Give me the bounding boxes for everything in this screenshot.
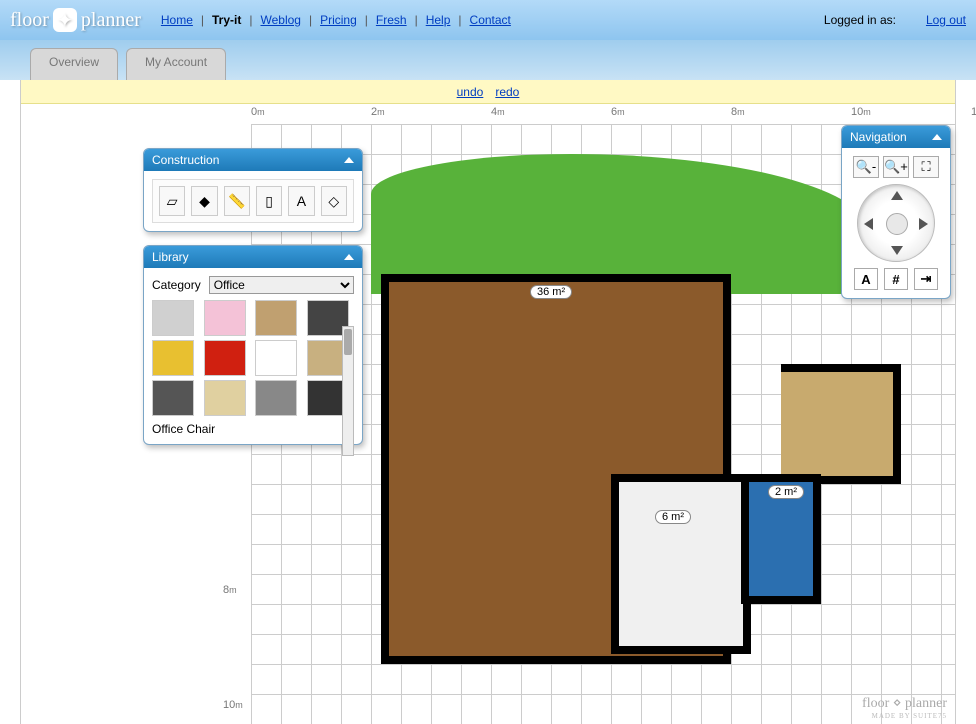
footer-brand: floor ⋄ planner MADE BY SUITE75 [862,695,947,720]
library-item-chair-red[interactable] [204,340,246,376]
draw-room-button[interactable]: ▱ [159,186,185,216]
zoom-row: 🔍- 🔍+ ⛶ [853,156,939,178]
pan-dpad [857,184,935,262]
top-nav: Home | Try-it | Weblog | Pricing | Fresh | Help | Co… [161,13,511,27]
ruler-h-tick: 4m [491,106,505,118]
library-item-lamp-stand[interactable] [255,380,297,416]
ruler-h-tick: 6m [611,106,625,118]
app-logo: floor ✦ planner [10,8,141,32]
header-bar: floor ✦ planner Home | Try-it | Weblog | Prici… [0,0,976,40]
footer-brand-text: floor ⋄ planner [862,695,947,712]
construction-panel: Construction ▱◆📏▯A◇ [143,148,363,232]
navigation-title-text: Navigation [850,130,907,144]
library-item-desk-mat[interactable] [255,300,297,336]
nav-link-weblog[interactable]: Weblog [260,13,300,27]
library-item-desk-small[interactable] [152,380,194,416]
nav-mode-button-2[interactable]: ⇥ [914,268,938,290]
ruler-horizontal: 0m2m4m6m8m10m12m [251,104,955,124]
login-status: Logged in as: [824,13,896,27]
tab-overview[interactable]: Overview [30,48,118,80]
area-label: 6 m² [655,510,691,524]
logout-link[interactable]: Log out [926,13,966,27]
pan-right-button[interactable] [919,218,928,230]
door-window-button[interactable]: ▯ [256,186,282,216]
zoom-out-button[interactable]: 🔍- [853,156,879,178]
nav-link-contact[interactable]: Contact [470,13,511,27]
collapse-icon[interactable] [344,157,354,163]
pan-center-button[interactable] [886,213,908,235]
area-label: 36 m² [530,285,572,299]
library-panel-title[interactable]: Library [144,246,362,268]
category-select[interactable]: Office [209,276,354,294]
nav-separator: | [458,13,461,27]
logo-text-2: planner [81,9,141,32]
house-outline [381,274,821,694]
pan-down-button[interactable] [891,246,903,255]
ruler-h-tick: 10m [851,106,871,118]
library-item-book-open[interactable] [204,380,246,416]
library-selected-label: Office Chair [152,422,354,436]
nav-separator: | [249,13,252,27]
construction-panel-title[interactable]: Construction [144,149,362,171]
tabs-bar: OverviewMy Account [0,40,976,80]
library-panel: Library Category Office Office Chair [143,245,363,445]
navigation-panel-title[interactable]: Navigation [842,126,950,148]
ruler-v-tick: 10m [223,699,243,711]
nav-separator: | [415,13,418,27]
nav-link-help[interactable]: Help [426,13,451,27]
floorplan-drawing[interactable] [381,154,851,684]
room-kitchen[interactable] [781,364,901,484]
nav-separator: | [365,13,368,27]
undo-link[interactable]: undo [457,85,484,99]
nav-separator: | [309,13,312,27]
zoom-fit-button[interactable]: ⛶ [913,156,939,178]
canvas-banner: undo redo [21,80,955,104]
ruler-h-tick: 2m [371,106,385,118]
draw-surface-button[interactable]: ◆ [191,186,217,216]
category-row: Category Office [152,276,354,294]
pan-up-button[interactable] [891,191,903,200]
nav-link-home[interactable]: Home [161,13,193,27]
ruler-v-tick: 8m [223,584,237,596]
navigation-panel: Navigation 🔍- 🔍+ ⛶ A # ⇥ [841,125,951,299]
ruler-h-tick: 12m [971,106,976,118]
library-item-desk-pad[interactable] [204,300,246,336]
nav-link-fresh[interactable]: Fresh [376,13,407,27]
construction-title-text: Construction [152,153,219,167]
nav-separator: | [201,13,204,27]
scrollbar-thumb[interactable] [344,329,352,355]
library-item-desk[interactable] [152,300,194,336]
library-item-chair-round[interactable] [152,340,194,376]
nav-mode-button-1[interactable]: # [884,268,908,290]
collapse-icon[interactable] [344,254,354,260]
room-hall[interactable] [611,474,751,654]
zoom-in-button[interactable]: 🔍+ [883,156,909,178]
collapse-icon[interactable] [932,134,942,140]
library-title-text: Library [152,250,189,264]
pan-left-button[interactable] [864,218,873,230]
category-label: Category [152,278,201,292]
nav-mode-button-0[interactable]: A [854,268,878,290]
footer-brand-sub: MADE BY SUITE75 [862,712,947,720]
logo-icon: ✦ [53,8,77,32]
text-tool-button[interactable]: A [288,186,314,216]
nav-link-try-it[interactable]: Try-it [212,13,241,27]
nav-bottom-row: A # ⇥ [854,268,938,290]
library-grid [152,300,354,416]
ruler-h-tick: 0m [251,106,265,118]
splitter-button[interactable]: ◇ [321,186,347,216]
ruler-h-tick: 8m [731,106,745,118]
redo-link[interactable]: redo [495,85,519,99]
library-scrollbar[interactable] [342,326,354,456]
library-item-empty[interactable] [255,340,297,376]
tab-my-account[interactable]: My Account [126,48,226,80]
dimension-button[interactable]: 📏 [224,186,250,216]
construction-tools: ▱◆📏▯A◇ [152,179,354,223]
logo-text-1: floor [10,9,49,32]
area-label: 2 m² [768,485,804,499]
nav-link-pricing[interactable]: Pricing [320,13,357,27]
lawn-surface[interactable] [371,154,871,294]
